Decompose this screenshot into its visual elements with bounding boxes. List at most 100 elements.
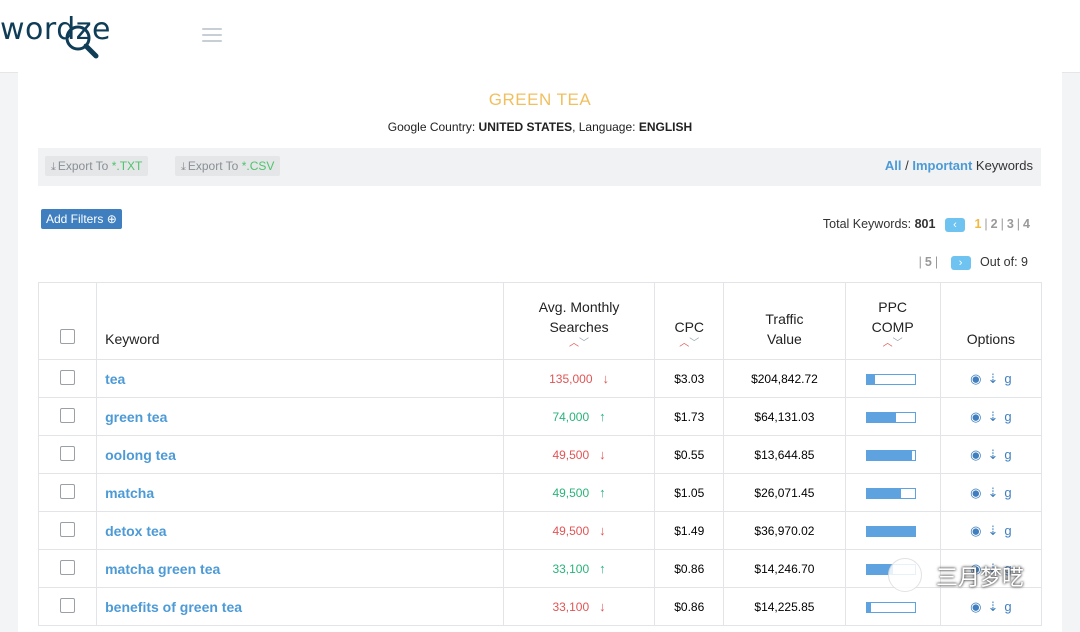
google-icon[interactable]: g: [1004, 485, 1011, 500]
ppc-comp-cell: [844, 587, 941, 626]
keyword-link[interactable]: matcha: [97, 485, 154, 501]
sort-icon: ︿﹀: [679, 338, 700, 349]
cpc-cell: $3.03: [654, 359, 725, 398]
sort-icon: ︿﹀: [569, 338, 590, 349]
sort-az-icon[interactable]: ⇣: [987, 485, 998, 500]
google-icon[interactable]: g: [1004, 371, 1011, 386]
ppc-comp-fill: [866, 602, 872, 612]
cpc-header[interactable]: CPC ︿﹀: [654, 282, 725, 360]
table-header-row: Keyword Avg. Monthly Searches ︿﹀ CPC ︿﹀ Tra…: [37, 282, 1043, 360]
wordze-logo[interactable]: wordze: [0, 6, 150, 66]
sort-az-icon[interactable]: ⇣: [987, 523, 998, 538]
add-filters-button[interactable]: Add Filters ⊕: [41, 209, 122, 229]
keyword-cell: tea: [96, 359, 504, 398]
globe-icon[interactable]: ◉: [970, 523, 981, 538]
keyword-link[interactable]: detox tea: [97, 523, 166, 539]
page-link-4[interactable]: 4: [1023, 217, 1030, 231]
ppc-comp-cell: [844, 397, 941, 436]
next-page-icon[interactable]: ›: [950, 255, 971, 270]
searches-cell: 33,100 ↑: [502, 549, 656, 588]
row-checkbox[interactable]: [60, 597, 76, 613]
ppc-comp-cell: [844, 435, 941, 474]
keyword-link[interactable]: tea: [97, 371, 125, 387]
cpc-cell: $0.86: [654, 587, 725, 626]
searches-value: 74,000: [552, 410, 590, 424]
ppc-comp-bar: [865, 373, 916, 385]
options-cell: ◉ ⇣ g: [939, 587, 1043, 626]
traffic-value-cell: $64,131.03: [723, 397, 846, 436]
searches-value: 135,000: [549, 372, 593, 386]
keyword-cell: matcha green tea: [96, 549, 504, 588]
searches-value: 33,100: [552, 600, 590, 614]
searches-value: 49,500: [552, 448, 590, 462]
page-link-1[interactable]: 1: [974, 217, 981, 231]
cpc-cell: $1.73: [654, 397, 725, 436]
magnifier-logo-icon: [65, 25, 99, 59]
trend-up-icon: ↑: [599, 561, 606, 576]
keyword-link[interactable]: oolong tea: [97, 447, 176, 463]
google-icon[interactable]: g: [1004, 599, 1011, 614]
sort-az-icon[interactable]: ⇣: [987, 371, 998, 386]
row-checkbox[interactable]: [60, 521, 76, 537]
export-toolbar: ⤓ Export To *.TXT ⤓ Export To *.CSV All / …: [38, 148, 1041, 186]
wechat-icon: [888, 558, 922, 592]
globe-icon[interactable]: ◉: [970, 409, 981, 424]
avg-searches-header[interactable]: Avg. Monthly Searches ︿﹀: [502, 282, 656, 360]
sort-az-icon[interactable]: ⇣: [987, 599, 998, 614]
sort-az-icon[interactable]: ⇣: [987, 447, 998, 462]
keyword-link[interactable]: green tea: [97, 409, 167, 425]
watermark: 三月梦呓: [888, 556, 1058, 592]
hamburger-menu-icon[interactable]: [202, 28, 222, 46]
keyword-header[interactable]: Keyword: [96, 282, 504, 360]
globe-icon[interactable]: ◉: [970, 599, 981, 614]
google-icon[interactable]: g: [1004, 447, 1011, 462]
options-cell: ◉ ⇣ g: [939, 511, 1043, 550]
searches-cell: 49,500 ↓: [502, 435, 656, 474]
export-csv-button[interactable]: ⤓ Export To *.CSV: [175, 156, 281, 176]
download-icon: ⤓: [181, 161, 186, 173]
keyword-cell: matcha: [96, 473, 504, 512]
ppc-comp-bar: [865, 487, 916, 499]
keyword-link[interactable]: benefits of green tea: [97, 599, 242, 615]
row-checkbox[interactable]: [60, 483, 76, 499]
prev-page-icon[interactable]: ‹: [944, 217, 965, 232]
globe-icon[interactable]: ◉: [970, 485, 981, 500]
plus-circle-icon: ⊕: [106, 212, 117, 226]
searches-value: 33,100: [552, 562, 590, 576]
pagination-top: Total Keywords: 801 ‹ 1 | 2 | 3 | 4: [822, 217, 1030, 232]
top-bar: wordze: [0, 0, 1080, 73]
keyword-link[interactable]: matcha green tea: [97, 561, 220, 577]
row-checkbox[interactable]: [60, 559, 76, 575]
page-link-3[interactable]: 3: [1007, 217, 1014, 231]
table-row: tea 135,000 ↓ $3.03 $204,842.72 ◉ ⇣ g: [37, 359, 1043, 398]
ppc-comp-cell: [844, 473, 941, 512]
table-row: green tea 74,000 ↑ $1.73 $64,131.03 ◉ ⇣ g: [37, 397, 1043, 436]
traffic-value-header[interactable]: Traffic Value: [723, 282, 846, 360]
row-select-cell: [37, 359, 98, 398]
important-keywords-link[interactable]: Important: [912, 158, 972, 173]
trend-down-icon: ↓: [599, 447, 606, 462]
sort-az-icon[interactable]: ⇣: [987, 409, 998, 424]
globe-icon[interactable]: ◉: [970, 447, 981, 462]
page-link-5[interactable]: 5: [925, 255, 932, 269]
trend-up-icon: ↑: [599, 485, 606, 500]
row-checkbox[interactable]: [60, 445, 76, 461]
ppc-comp-fill: [866, 488, 902, 498]
traffic-value-cell: $36,970.02: [723, 511, 846, 550]
row-checkbox[interactable]: [60, 407, 76, 423]
page-link-2[interactable]: 2: [991, 217, 998, 231]
row-checkbox[interactable]: [60, 369, 76, 385]
report-card: GREEN TEA Google Country: UNITED STATES,…: [18, 72, 1062, 632]
globe-icon[interactable]: ◉: [970, 371, 981, 386]
google-icon[interactable]: g: [1004, 409, 1011, 424]
keyword-type-toggle: All / Important Keywords: [884, 158, 1033, 173]
options-cell: ◉ ⇣ g: [939, 435, 1043, 474]
ppc-comp-header[interactable]: PPC COMP ︿﹀: [844, 282, 941, 360]
export-txt-button[interactable]: ⤓ Export To *.TXT: [45, 156, 149, 176]
ppc-comp-bar: [865, 525, 916, 537]
ppc-comp-bar: [865, 449, 916, 461]
pagination-bottom: | 5 | › Out of: 9: [918, 255, 1028, 270]
all-keywords-link[interactable]: All: [885, 158, 902, 173]
google-icon[interactable]: g: [1004, 523, 1011, 538]
select-all-checkbox[interactable]: [60, 329, 76, 344]
